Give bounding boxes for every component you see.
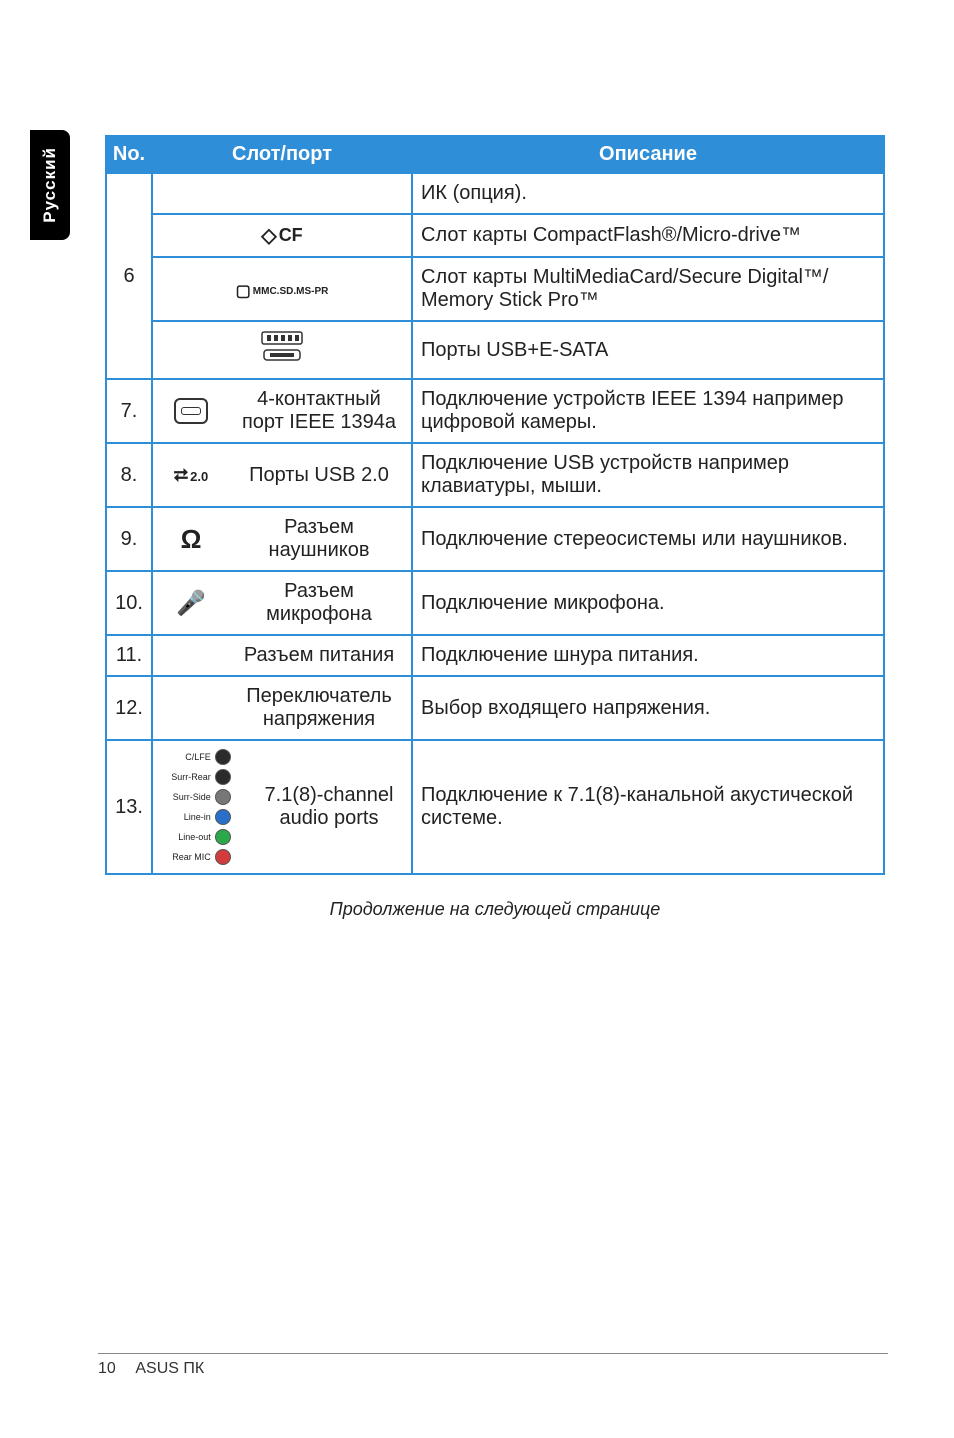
ports-table: No. Слот/порт Описание 6 ИК (опция). CF … <box>105 135 885 875</box>
table-row: CF Слот карты CompactFlash®/Micro-drive™ <box>106 214 884 257</box>
cell-desc: Подключение к 7.1(8)-канальной акустичес… <box>412 740 884 874</box>
table-row: MMC.SD.MS-PR Слот карты MultiMediaCard/S… <box>106 257 884 321</box>
audio-jacks-icon: C/LFE Surr-Rear Surr-Side Line-in Line-o… <box>171 749 231 865</box>
cell-desc-6-0: ИК (опция). <box>412 173 884 214</box>
jack-label: Line-in <box>184 813 211 822</box>
cell-slot: Ω Разъем наушников <box>152 507 412 571</box>
cell-slot-6-2: MMC.SD.MS-PR <box>152 257 412 321</box>
table-row: 6 ИК (опция). <box>106 173 884 214</box>
cell-slot-6-1: CF <box>152 214 412 257</box>
cell-slot: C/LFE Surr-Rear Surr-Side Line-in Line-o… <box>152 740 412 874</box>
microphone-icon: 🎤 <box>176 589 206 618</box>
cell-desc: Подключение стереосистемы или наушников. <box>412 507 884 571</box>
cell-slot: 🎤 Разъем микрофона <box>152 571 412 635</box>
audio-jack-icon <box>215 809 231 825</box>
cell-desc-6-1: Слот карты CompactFlash®/Micro-drive™ <box>412 214 884 257</box>
table-row: 11. Разъем питания Подключение шнура пит… <box>106 635 884 676</box>
language-tab-label: Русский <box>40 147 60 223</box>
cell-desc: Подключение устройств IEEE 1394 например… <box>412 379 884 443</box>
cell-slot: Переключатель напряжения <box>152 676 412 740</box>
slot-label: 4-контактный порт IEEE 1394a <box>235 388 403 434</box>
header-no: No. <box>106 136 152 173</box>
slot-label: 7.1(8)-channel audio ports <box>255 784 403 830</box>
continued-note: Продолжение на следующей странице <box>105 899 885 920</box>
cell-no: 10. <box>106 571 152 635</box>
table-row: 9. Ω Разъем наушников Подключение стерео… <box>106 507 884 571</box>
cell-desc: Выбор входящего напряжения. <box>412 676 884 740</box>
language-tab: Русский <box>30 130 70 240</box>
slot-label: Порты USB 2.0 <box>235 464 403 487</box>
slot-label: Разъем микрофона <box>235 580 403 626</box>
jack-label: Line-out <box>178 833 211 842</box>
cell-desc-6-3: Порты USB+E-SATA <box>412 321 884 379</box>
table-row: 10. 🎤 Разъем микрофона Подключение микро… <box>106 571 884 635</box>
page-footer: 10 ASUS ПК <box>98 1353 888 1378</box>
cell-no: 7. <box>106 379 152 443</box>
page-number: 10 <box>98 1360 116 1377</box>
table-row: 12. Переключатель напряжения Выбор входя… <box>106 676 884 740</box>
cell-no: 11. <box>106 635 152 676</box>
audio-jack-icon <box>215 789 231 805</box>
jack-label: C/LFE <box>185 753 211 762</box>
headphone-icon: Ω <box>181 524 202 555</box>
content-area: No. Слот/порт Описание 6 ИК (опция). CF … <box>105 135 885 920</box>
cell-no: 8. <box>106 443 152 507</box>
header-slot: Слот/порт <box>152 136 412 173</box>
mmc-icon: MMC.SD.MS-PR <box>236 286 329 297</box>
table-row: Порты USB+E-SATA <box>106 321 884 379</box>
usb-icon: 2.0 <box>174 465 208 486</box>
table-row: 7. 4-контактный порт IEEE 1394a Подключе… <box>106 379 884 443</box>
cell-desc: Подключение USB устройств например клави… <box>412 443 884 507</box>
cf-icon: CF <box>261 225 302 245</box>
usb-esata-icon <box>252 330 312 364</box>
table-row: 13. C/LFE Surr-Rear Surr-Side Line-in Li… <box>106 740 884 874</box>
audio-jack-icon <box>215 849 231 865</box>
page: Русский No. Слот/порт Описание 6 ИК (опц… <box>0 0 954 1438</box>
audio-jack-icon <box>215 769 231 785</box>
jack-label: Rear MIC <box>172 853 211 862</box>
jack-label: Surr-Rear <box>171 773 211 782</box>
slot-label: Разъем питания <box>235 644 403 667</box>
cell-slot: 4-контактный порт IEEE 1394a <box>152 379 412 443</box>
jack-label: Surr-Side <box>173 793 211 802</box>
cell-slot: 2.0 Порты USB 2.0 <box>152 443 412 507</box>
cell-desc: Подключение микрофона. <box>412 571 884 635</box>
cell-desc-6-2: Слот карты MultiMediaCard/Secure Digital… <box>412 257 884 321</box>
header-desc: Описание <box>412 136 884 173</box>
slot-label: Разъем наушников <box>235 516 403 562</box>
slot-label: Переключатель напряжения <box>235 685 403 731</box>
cell-slot-6-3 <box>152 321 412 379</box>
audio-jack-icon <box>215 749 231 765</box>
footer-title: ASUS ПК <box>135 1360 204 1377</box>
ieee1394-icon <box>174 398 208 424</box>
cell-desc: Подключение шнура питания. <box>412 635 884 676</box>
cell-slot-6-0 <box>152 173 412 214</box>
cell-no: 12. <box>106 676 152 740</box>
cell-no: 9. <box>106 507 152 571</box>
table-header-row: No. Слот/порт Описание <box>106 136 884 173</box>
audio-jack-icon <box>215 829 231 845</box>
cell-no-6: 6 <box>106 173 152 379</box>
cell-slot: Разъем питания <box>152 635 412 676</box>
table-row: 8. 2.0 Порты USB 2.0 Подключение USB уст… <box>106 443 884 507</box>
cell-no: 13. <box>106 740 152 874</box>
